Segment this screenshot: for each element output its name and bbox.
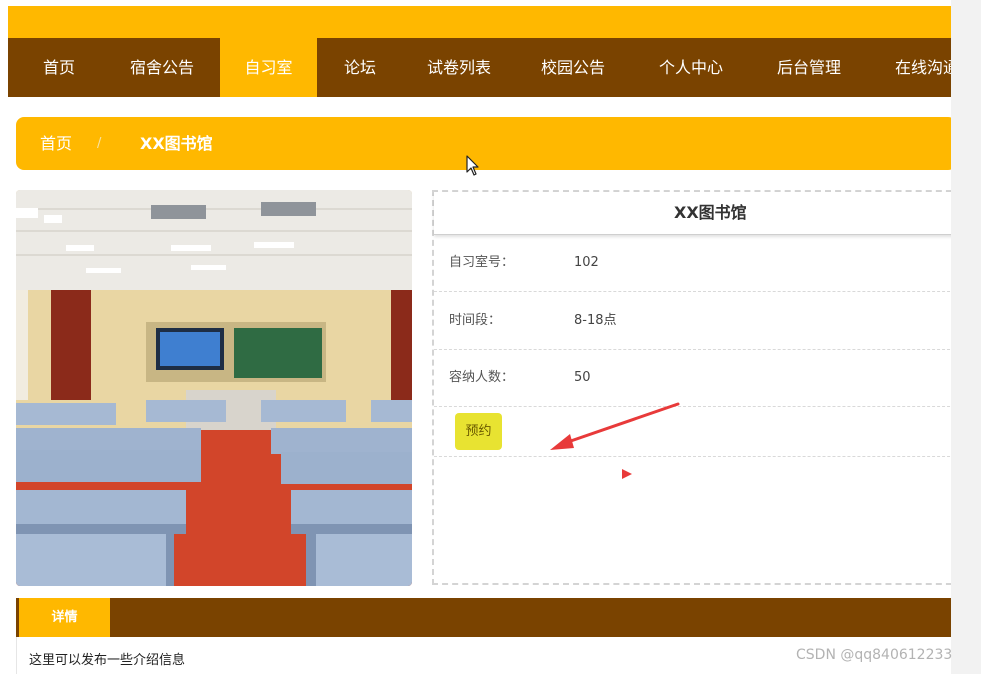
- divider: [434, 456, 951, 457]
- tab-detail[interactable]: 详情: [19, 598, 110, 637]
- room-title-bar: XX图书馆: [434, 192, 951, 235]
- nav-item-dorm-notice[interactable]: 宿舍公告: [130, 38, 194, 97]
- room-title: XX图书馆: [674, 203, 747, 222]
- nav-item-online-chat[interactable]: 在线沟通: [895, 38, 951, 97]
- detail-tab-bar: 详情: [16, 598, 951, 637]
- nav-item-home[interactable]: 首页: [43, 38, 75, 97]
- room-info-row: 自习室号： 102: [434, 234, 951, 292]
- room-number-label: 自习室号：: [449, 255, 515, 270]
- nav-item-study-room[interactable]: 自习室: [220, 38, 317, 97]
- breadcrumb-home[interactable]: 首页: [40, 117, 72, 170]
- mouse-cursor-icon: [466, 155, 479, 176]
- study-room-photo: [16, 190, 412, 586]
- watermark: CSDN @qq840612233: [796, 647, 953, 663]
- reserve-button[interactable]: 预约: [455, 413, 502, 450]
- page: 首页 宿舍公告 自习室 论坛 试卷列表 校园公告 个人中心 后台管理 在线沟通 …: [0, 0, 951, 674]
- breadcrumb: 首页 / XX图书馆: [16, 117, 951, 170]
- time-slot-label: 时间段：: [449, 313, 502, 328]
- classroom-image: [16, 190, 412, 586]
- nav-item-personal-center[interactable]: 个人中心: [659, 38, 723, 97]
- top-banner: [8, 6, 951, 38]
- room-info-row: 时间段： 8-18点: [434, 292, 951, 350]
- nav-item-exam-list[interactable]: 试卷列表: [427, 38, 491, 97]
- nav-item-campus-notice[interactable]: 校园公告: [541, 38, 605, 97]
- annotation-arrow-icon: [550, 402, 680, 450]
- room-info-row: 容纳人数： 50: [434, 349, 951, 407]
- play-triangle-icon: [622, 469, 632, 479]
- room-info-panel: XX图书馆 自习室号： 102 时间段： 8-18点 容纳人数： 50 预约: [432, 190, 951, 585]
- nav-item-forum[interactable]: 论坛: [344, 38, 376, 97]
- room-number-value: 102: [574, 255, 599, 270]
- nav-item-admin[interactable]: 后台管理: [777, 38, 841, 97]
- capacity-value: 50: [574, 370, 591, 385]
- window-edge: [951, 0, 981, 674]
- main-nav: 首页 宿舍公告 自习室 论坛 试卷列表 校园公告 个人中心 后台管理 在线沟通: [8, 38, 951, 97]
- capacity-label: 容纳人数：: [449, 370, 515, 385]
- time-slot-value: 8-18点: [574, 313, 617, 328]
- breadcrumb-current: XX图书馆: [140, 134, 213, 153]
- breadcrumb-separator: /: [97, 136, 102, 151]
- detail-text: 这里可以发布一些介绍信息: [29, 653, 186, 668]
